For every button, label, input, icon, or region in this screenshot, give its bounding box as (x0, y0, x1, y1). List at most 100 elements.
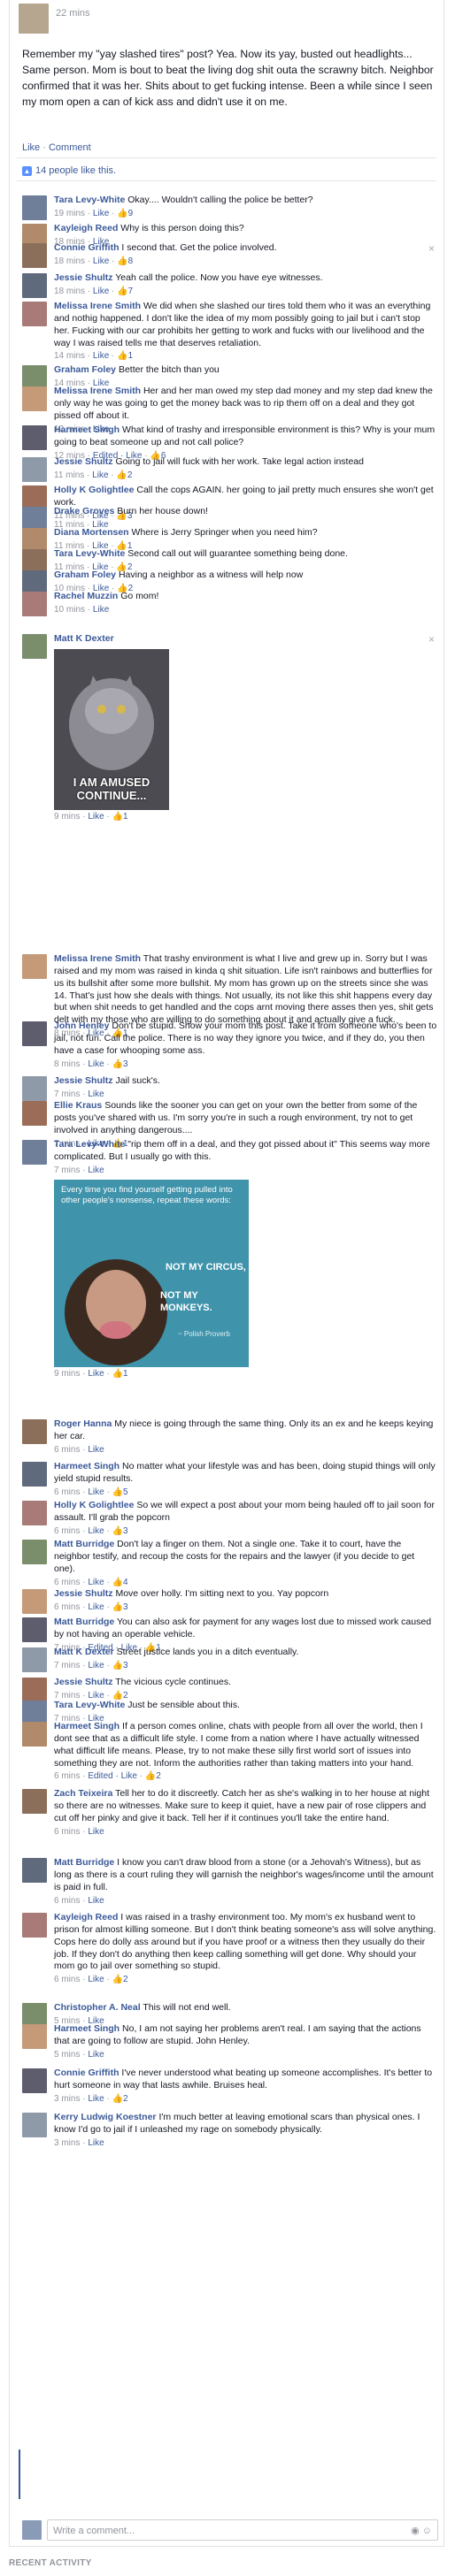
avatar[interactable] (22, 386, 47, 411)
comment-button[interactable]: Comment (49, 142, 91, 153)
comment-author[interactable]: Matt K Dexter (54, 1647, 114, 1657)
comment-like-button[interactable]: Like (88, 1661, 104, 1670)
comment-author[interactable]: Ellie Kraus (54, 1100, 102, 1111)
comment-like-count[interactable]: 5 (123, 1487, 128, 1497)
comment-like-count[interactable]: 7 (128, 287, 134, 296)
comment-author[interactable]: Tara Levy-White (54, 195, 125, 205)
comment-time[interactable]: 6 mins (54, 1602, 80, 1612)
avatar[interactable] (22, 1647, 47, 1672)
comment-author[interactable]: Jessie Shultz (54, 272, 113, 283)
comment-author[interactable]: Rachel Muzzin (54, 591, 118, 601)
comment-author[interactable]: Kayleigh Reed (54, 223, 118, 233)
avatar[interactable] (22, 1501, 47, 1525)
comment-like-count[interactable]: 9 (128, 209, 134, 218)
comment-like-count[interactable]: 3 (123, 1661, 128, 1670)
comment-time[interactable]: 6 mins (54, 1445, 80, 1455)
comment-like-button[interactable]: Like (88, 812, 104, 822)
comment-author[interactable]: Drake Groves (54, 506, 114, 516)
monkey-meme-image[interactable]: Every time you find yourself getting pul… (54, 1179, 249, 1367)
avatar[interactable] (22, 195, 47, 220)
avatar[interactable] (22, 2068, 47, 2093)
comment-time[interactable]: 6 mins (54, 1896, 80, 1906)
comment-like-count[interactable]: 2 (127, 470, 133, 480)
comment-time[interactable]: 6 mins (54, 1975, 80, 1984)
comment-input[interactable]: Write a comment... ◉ ☺ (47, 2519, 438, 2541)
likes-count-text[interactable]: 14 people like this. (35, 164, 116, 177)
comment-author[interactable]: Harmeet Singh (54, 1721, 120, 1731)
avatar[interactable] (22, 592, 47, 616)
comment-time[interactable]: 6 mins (54, 1578, 80, 1587)
comment-author[interactable]: Holly K Golightlee (54, 485, 134, 495)
comment-time[interactable]: 7 mins (54, 1661, 80, 1670)
comment-like-button[interactable]: Like (88, 1578, 104, 1587)
comment-like-count[interactable]: 3 (123, 1059, 128, 1069)
post-time[interactable]: 22 mins (56, 7, 90, 19)
comment-time[interactable]: 6 mins (54, 1526, 80, 1536)
avatar[interactable] (22, 1678, 47, 1702)
avatar[interactable] (22, 1540, 47, 1564)
comment-like-button[interactable]: Like (93, 351, 109, 361)
comment-like-button[interactable]: Like (88, 1975, 104, 1984)
comment-time[interactable]: 9 mins (54, 1369, 80, 1379)
avatar[interactable] (22, 1858, 47, 1883)
comment-like-count[interactable]: 2 (156, 1771, 161, 1781)
avatar[interactable] (22, 1076, 47, 1101)
comment-like-button[interactable]: Like (88, 2138, 104, 2148)
comment-author[interactable]: Kerry Ludwig Koestner (54, 2112, 157, 2122)
avatar[interactable] (22, 634, 47, 659)
close-icon[interactable]: × (428, 242, 435, 256)
comment-author[interactable]: Jessie Shultz (54, 1075, 113, 1086)
comment-like-button[interactable]: Like (88, 1369, 104, 1379)
comment-time[interactable]: 14 mins (54, 351, 85, 361)
avatar[interactable] (22, 1722, 47, 1747)
comment-author[interactable]: Connie Griffith (54, 242, 120, 253)
comment-like-button[interactable]: Like (88, 2050, 104, 2060)
comment-author[interactable]: Harmeet Singh (54, 2023, 120, 2034)
avatar[interactable] (22, 1101, 47, 1126)
comment-author[interactable]: Tara Levy-White (54, 1700, 125, 1710)
comment-author[interactable]: Matt K Dexter (54, 633, 114, 644)
comment-like-count[interactable]: 3 (123, 1602, 128, 1612)
comment-like-button[interactable]: Like (93, 287, 109, 296)
avatar[interactable] (22, 1913, 47, 1938)
avatar[interactable] (22, 457, 47, 482)
comment-author[interactable]: Jessie Shultz (54, 456, 113, 467)
comment-author[interactable]: Matt Burridge (54, 1539, 114, 1549)
comment-author[interactable]: Matt Burridge (54, 1617, 114, 1627)
comment-like-button[interactable]: Like (88, 1896, 104, 1906)
comment-time[interactable]: 7 mins (54, 1166, 80, 1175)
comment-author[interactable]: Kayleigh Reed (54, 1912, 118, 1922)
comment-like-count[interactable]: 4 (123, 1578, 128, 1587)
comment-like-button[interactable]: Like (88, 1602, 104, 1612)
avatar[interactable] (22, 1462, 47, 1487)
comment-like-button[interactable]: Like (93, 209, 109, 218)
comment-author[interactable]: Diana Mortensen (54, 527, 129, 538)
comment-time[interactable]: 8 mins (54, 1059, 80, 1069)
comment-author[interactable]: Tara Levy-White (54, 548, 125, 559)
avatar[interactable] (22, 954, 47, 979)
like-button[interactable]: Like (22, 142, 40, 153)
comment-author[interactable]: Graham Foley (54, 364, 116, 375)
comment-like-button[interactable]: Like (93, 605, 109, 615)
comment-like-button[interactable]: Like (88, 1827, 104, 1837)
comment-time[interactable]: 18 mins (54, 287, 85, 296)
comment-like-button[interactable]: Like (93, 256, 109, 266)
comment-like-button[interactable]: Like (88, 1166, 104, 1175)
avatar[interactable] (19, 4, 49, 34)
comment-author[interactable]: Jessie Shultz (54, 1677, 113, 1687)
comment-like-button[interactable]: Like (88, 1059, 104, 1069)
comment-time[interactable]: 3 mins (54, 2094, 80, 2104)
comment-like-count[interactable]: 8 (128, 256, 134, 266)
comment-time[interactable]: 9 mins (54, 812, 80, 822)
close-icon[interactable]: × (428, 633, 435, 647)
comment-author[interactable]: Melissa Irene Smith (54, 386, 141, 396)
comment-like-button[interactable]: Like (88, 1526, 104, 1536)
comment-time[interactable]: 5 mins (54, 2050, 80, 2060)
comment-time[interactable]: 6 mins (54, 1827, 80, 1837)
avatar[interactable] (22, 2024, 47, 2049)
comment-author[interactable]: John Henley (54, 1020, 109, 1031)
comment-author[interactable]: Melissa Irene Smith (54, 301, 141, 311)
comment-like-button[interactable]: Like (88, 1445, 104, 1455)
comment-like-button[interactable]: Like (92, 470, 108, 480)
comment-author[interactable]: Harmeet Singh (54, 1461, 120, 1471)
